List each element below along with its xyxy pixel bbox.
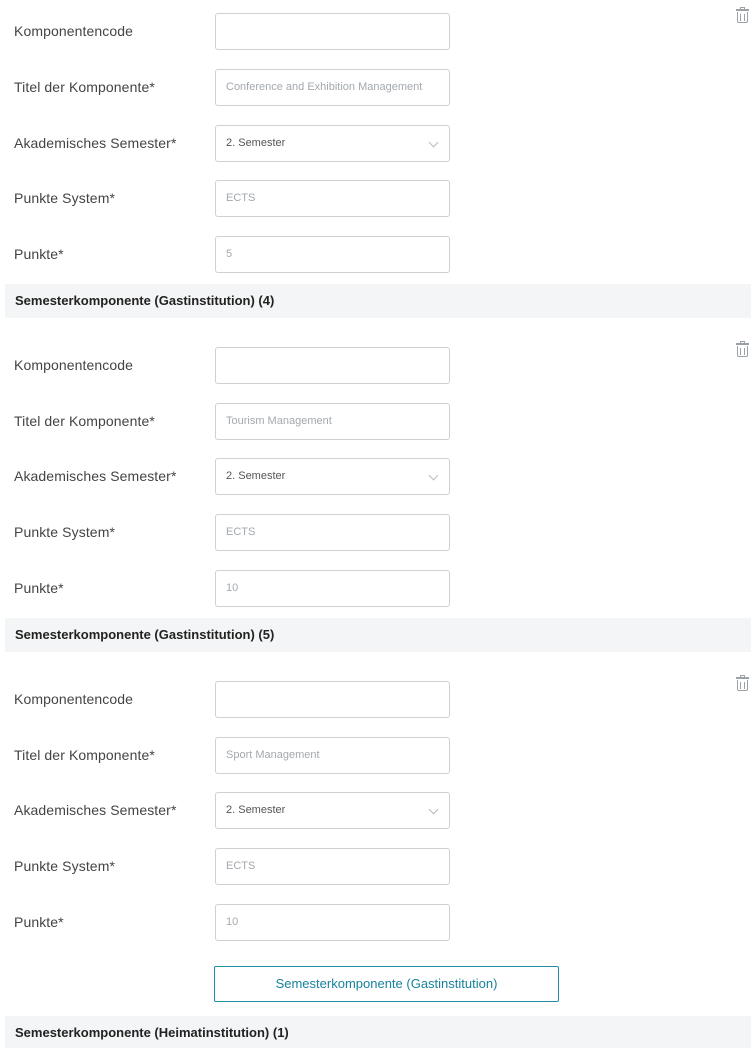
component-title-input[interactable]: Sport Management — [215, 737, 450, 774]
points-input[interactable]: 10 — [215, 904, 450, 941]
points-row: Punkte* 10 — [0, 570, 751, 607]
section-title: Semesterkomponente (Gastinstitution) (4) — [15, 293, 275, 308]
academic-semester-select[interactable]: 2. Semester — [215, 458, 450, 495]
points-label: Punkte* — [14, 246, 64, 262]
component-code-label: Komponentencode — [14, 23, 134, 39]
component-code-input[interactable] — [215, 13, 450, 50]
component-code-row: Komponentencode — [0, 13, 751, 50]
points-system-row: Punkte System* ECTS — [0, 848, 751, 885]
component-title-input[interactable]: Conference and Exhibition Management — [215, 69, 450, 106]
academic-semester-label: Akademisches Semester* — [14, 135, 177, 151]
component-code-input[interactable] — [215, 681, 450, 718]
points-system-label: Punkte System* — [14, 858, 115, 874]
component-title-row: Titel der Komponente* Conference and Exh… — [0, 69, 751, 106]
add-semester-component-button[interactable]: Semesterkomponente (Gastinstitution) — [214, 966, 559, 1002]
points-row: Punkte* 5 — [0, 236, 751, 273]
points-system-row: Punkte System* ECTS — [0, 514, 751, 551]
academic-semester-label: Akademisches Semester* — [14, 802, 177, 818]
chevron-down-icon — [428, 137, 439, 148]
section-header: Semesterkomponente (Gastinstitution) (4) — [5, 284, 751, 318]
points-label: Punkte* — [14, 914, 64, 930]
section-title: Semesterkomponente (Heimatinstitution) (… — [15, 1025, 289, 1040]
academic-semester-row: Akademisches Semester* 2. Semester — [0, 125, 751, 162]
points-row: Punkte* 10 — [0, 904, 751, 941]
chevron-down-icon — [428, 470, 439, 481]
section-header: Semesterkomponente (Gastinstitution) (5) — [5, 618, 751, 652]
component-code-row: Komponentencode — [0, 681, 751, 718]
chevron-down-icon — [428, 804, 439, 815]
component-title-row: Titel der Komponente* Tourism Management — [0, 403, 751, 440]
component-title-label: Titel der Komponente* — [14, 413, 155, 429]
points-input[interactable]: 5 — [215, 236, 450, 273]
academic-semester-row: Akademisches Semester* 2. Semester — [0, 458, 751, 495]
academic-semester-row: Akademisches Semester* 2. Semester — [0, 792, 751, 829]
component-title-label: Titel der Komponente* — [14, 747, 155, 763]
component-title-label: Titel der Komponente* — [14, 79, 155, 95]
component-code-label: Komponentencode — [14, 691, 134, 707]
section-title: Semesterkomponente (Gastinstitution) (5) — [15, 627, 275, 642]
points-label: Punkte* — [14, 580, 64, 596]
points-system-label: Punkte System* — [14, 524, 115, 540]
component-title-input[interactable]: Tourism Management — [215, 403, 450, 440]
component-code-input[interactable] — [215, 347, 450, 384]
points-system-row: Punkte System* ECTS — [0, 180, 751, 217]
points-input[interactable]: 10 — [215, 570, 450, 607]
academic-semester-select[interactable]: 2. Semester — [215, 792, 450, 829]
points-system-input[interactable]: ECTS — [215, 848, 450, 885]
component-title-row: Titel der Komponente* Sport Management — [0, 737, 751, 774]
section-header: Semesterkomponente (Heimatinstitution) (… — [5, 1016, 751, 1048]
component-code-label: Komponentencode — [14, 357, 134, 373]
points-system-label: Punkte System* — [14, 190, 115, 206]
points-system-input[interactable]: ECTS — [215, 180, 450, 217]
component-code-row: Komponentencode — [0, 347, 751, 384]
academic-semester-select[interactable]: 2. Semester — [215, 125, 450, 162]
academic-semester-label: Akademisches Semester* — [14, 468, 177, 484]
points-system-input[interactable]: ECTS — [215, 514, 450, 551]
